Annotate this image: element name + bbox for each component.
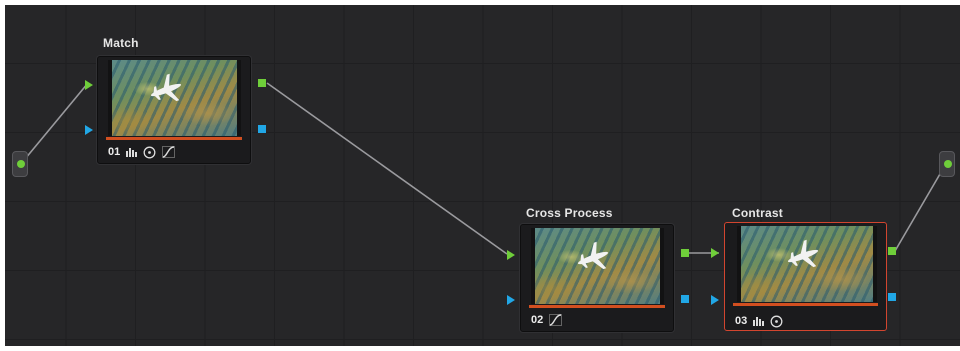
final-output-port[interactable] <box>939 151 955 177</box>
node-01-number: 01 <box>108 146 121 158</box>
node-02-cross-process[interactable]: 02 <box>520 224 674 332</box>
node-graph-canvas[interactable]: Match 01 Cross Process 02 Contrast 03 <box>5 5 960 346</box>
source-input-port[interactable] <box>12 151 28 177</box>
node-01-alpha-input[interactable] <box>85 125 93 135</box>
node-02-rgb-output[interactable] <box>681 249 689 257</box>
airplane-image <box>787 239 819 268</box>
circle-dot-icon <box>143 146 156 158</box>
node-03-title: Contrast <box>732 206 783 220</box>
color-bars-icon <box>126 148 138 157</box>
node-02-alpha-output[interactable] <box>681 295 689 303</box>
node-01-rgb-input[interactable] <box>85 80 93 90</box>
node-02-thumbnail <box>531 228 664 304</box>
airplane-image <box>577 241 609 270</box>
node-03-status-bar <box>733 303 878 306</box>
node-01-title: Match <box>103 36 139 50</box>
node-03-alpha-input[interactable] <box>711 295 719 305</box>
source-output-dot[interactable] <box>17 160 25 168</box>
link-source-to-match <box>24 82 89 160</box>
node-01-match[interactable]: 01 <box>97 56 251 164</box>
node-01-alpha-output[interactable] <box>258 125 266 133</box>
link-match-to-cross-process <box>266 82 508 255</box>
circle-dot-icon <box>770 315 783 327</box>
node-01-thumbnail <box>108 60 241 136</box>
node-03-number: 03 <box>735 315 748 327</box>
curve-icon <box>162 146 176 158</box>
node-02-status-bar <box>529 305 665 308</box>
node-02-alpha-input[interactable] <box>507 295 515 305</box>
node-03-thumbnail <box>737 226 877 302</box>
node-01-status-bar <box>106 137 242 140</box>
node-03-contrast[interactable]: 03 <box>724 222 887 331</box>
node-03-rgb-input[interactable] <box>711 248 719 258</box>
node-03-alpha-output[interactable] <box>888 293 896 301</box>
airplane-image <box>150 73 182 102</box>
output-input-dot[interactable] <box>944 160 952 168</box>
curve-icon <box>549 314 563 326</box>
node-02-title: Cross Process <box>526 206 613 220</box>
node-02-rgb-input[interactable] <box>507 250 515 260</box>
node-01-rgb-output[interactable] <box>258 79 266 87</box>
color-bars-icon <box>753 317 765 326</box>
node-03-rgb-output[interactable] <box>888 247 896 255</box>
node-02-number: 02 <box>531 314 544 326</box>
